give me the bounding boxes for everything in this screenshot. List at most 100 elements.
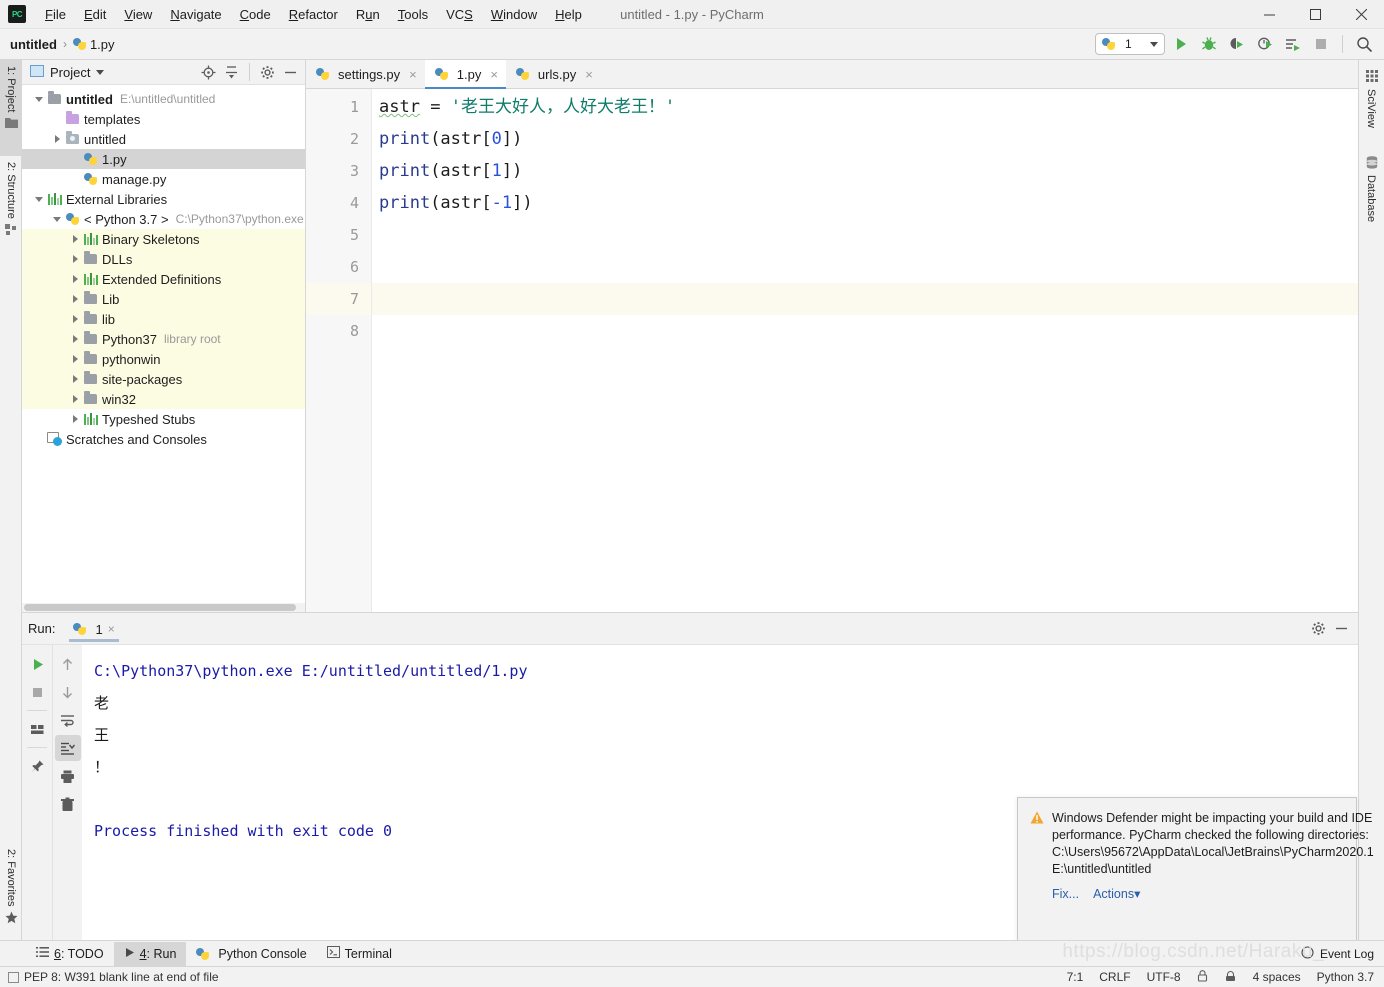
- clear-all-button[interactable]: [55, 791, 81, 817]
- code-line[interactable]: print(astr[-1]): [372, 187, 1358, 219]
- editor-tab-settings-py[interactable]: settings.py ×: [306, 60, 425, 88]
- close-icon[interactable]: ×: [585, 67, 593, 82]
- tree-node[interactable]: site-packages: [22, 369, 305, 389]
- chevron-right-icon[interactable]: [68, 235, 82, 243]
- collapse-all-icon[interactable]: [221, 62, 242, 83]
- event-log-button[interactable]: Event Log: [1301, 945, 1384, 962]
- chevron-right-icon[interactable]: [50, 135, 64, 143]
- chevron-right-icon[interactable]: [68, 395, 82, 403]
- bottom-tab-run[interactable]: 4: Run: [113, 941, 187, 966]
- stop-button[interactable]: [1309, 32, 1333, 56]
- sidebar-item-database[interactable]: Database: [1358, 150, 1384, 228]
- minimize-button[interactable]: [1246, 0, 1292, 29]
- chevron-right-icon[interactable]: [68, 275, 82, 283]
- breadcrumb-project[interactable]: untitled: [10, 37, 57, 52]
- python-interpreter[interactable]: Python 3.7: [1317, 970, 1374, 984]
- menu-file[interactable]: File: [36, 3, 75, 26]
- tree-node[interactable]: lib: [22, 309, 305, 329]
- caret-position[interactable]: 7:1: [1067, 970, 1084, 984]
- code-editor[interactable]: 12345678 astr = '老王大好人，人好大老王！' print(astr…: [306, 89, 1358, 612]
- tree-node[interactable]: Binary Skeletons: [22, 229, 305, 249]
- bottom-tab-todo[interactable]: 6: TODO: [26, 942, 114, 966]
- run-button[interactable]: [1169, 32, 1193, 56]
- tree-node[interactable]: Typeshed Stubs: [22, 409, 305, 429]
- hide-panel-icon[interactable]: [280, 62, 301, 83]
- inspection-checkbox-icon[interactable]: [8, 971, 19, 983]
- notification-balloon[interactable]: Windows Defender might be impacting your…: [1017, 797, 1374, 941]
- tree-node[interactable]: Lib: [22, 289, 305, 309]
- menu-code[interactable]: Code: [231, 3, 280, 26]
- tree-node[interactable]: untitled E:\untitled\untitled: [22, 89, 305, 109]
- tree-node[interactable]: 1.py: [22, 149, 305, 169]
- editor-tab-urls-py[interactable]: urls.py ×: [505, 60, 601, 88]
- scrollbar-thumb[interactable]: [24, 604, 296, 611]
- code-line[interactable]: [372, 251, 1358, 283]
- project-panel-hscrollbar[interactable]: [22, 603, 305, 612]
- hide-panel-icon[interactable]: [1331, 618, 1352, 639]
- soft-wrap-button[interactable]: [55, 707, 81, 733]
- run-tab-1[interactable]: 1 ×: [65, 616, 122, 642]
- tree-node[interactable]: manage.py: [22, 169, 305, 189]
- tree-node[interactable]: < Python 3.7 > C:\Python37\python.exe: [22, 209, 305, 229]
- tree-node[interactable]: Extended Definitions: [22, 269, 305, 289]
- chevron-down-icon[interactable]: [96, 69, 105, 75]
- breadcrumb-file[interactable]: 1.py: [90, 37, 115, 52]
- menu-navigate[interactable]: Navigate: [161, 3, 230, 26]
- tree-node[interactable]: pythonwin: [22, 349, 305, 369]
- code-line[interactable]: astr = '老王大好人，人好大老王！': [372, 91, 1358, 123]
- close-icon[interactable]: ×: [490, 67, 498, 82]
- pin-tab-button[interactable]: [24, 753, 50, 779]
- line-separator[interactable]: CRLF: [1099, 970, 1130, 984]
- scroll-to-end-button[interactable]: [54, 735, 81, 761]
- run-with-console-button[interactable]: [1281, 32, 1305, 56]
- debug-button[interactable]: [1197, 32, 1221, 56]
- code-line[interactable]: [372, 283, 1358, 315]
- locate-file-icon[interactable]: [198, 62, 219, 83]
- up-arrow-button[interactable]: [55, 651, 81, 677]
- run-with-coverage-button[interactable]: [1225, 32, 1249, 56]
- code-line[interactable]: [372, 219, 1358, 251]
- print-button[interactable]: [55, 763, 81, 789]
- profile-button[interactable]: [1253, 32, 1277, 56]
- chevron-down-icon[interactable]: [50, 216, 64, 222]
- tree-node[interactable]: Scratches and Consoles: [22, 429, 305, 449]
- code-line[interactable]: [372, 315, 1358, 347]
- tree-node[interactable]: DLLs: [22, 249, 305, 269]
- chevron-right-icon[interactable]: [68, 415, 82, 423]
- stop-button[interactable]: [24, 679, 50, 705]
- code-content[interactable]: astr = '老王大好人，人好大老王！' print(astr[0]) print…: [372, 89, 1358, 612]
- code-line[interactable]: print(astr[1]): [372, 155, 1358, 187]
- settings-gear-icon[interactable]: [1308, 618, 1329, 639]
- tree-node[interactable]: templates: [22, 109, 305, 129]
- file-encoding[interactable]: UTF-8: [1147, 970, 1181, 984]
- sidebar-item-favorites[interactable]: 2: Favorites: [0, 843, 22, 947]
- rerun-button[interactable]: [24, 651, 50, 677]
- run-configuration-selector[interactable]: 1: [1095, 33, 1165, 55]
- bottom-tab-terminal[interactable]: Terminal: [317, 942, 402, 966]
- editor-tab-1-py[interactable]: 1.py ×: [424, 60, 507, 89]
- tree-node[interactable]: untitled: [22, 129, 305, 149]
- menu-vcs[interactable]: VCS: [437, 3, 482, 26]
- maximize-button[interactable]: [1292, 0, 1338, 29]
- chevron-down-icon[interactable]: [32, 196, 46, 202]
- branch-icon[interactable]: [1224, 970, 1237, 985]
- close-button[interactable]: [1338, 0, 1384, 29]
- menu-refactor[interactable]: Refactor: [280, 3, 347, 26]
- menu-help[interactable]: Help: [546, 3, 591, 26]
- indent-setting[interactable]: 4 spaces: [1253, 970, 1301, 984]
- chevron-right-icon[interactable]: [68, 315, 82, 323]
- tree-node[interactable]: win32: [22, 389, 305, 409]
- chevron-right-icon[interactable]: [68, 255, 82, 263]
- tree-node[interactable]: Python37 library root: [22, 329, 305, 349]
- close-icon[interactable]: ×: [108, 622, 115, 636]
- menu-tools[interactable]: Tools: [389, 3, 437, 26]
- chevron-right-icon[interactable]: [68, 335, 82, 343]
- menu-edit[interactable]: Edit: [75, 3, 115, 26]
- sidebar-item-project[interactable]: 1: Project: [0, 60, 22, 156]
- project-tree[interactable]: untitled E:\untitled\untitled templates unt…: [22, 85, 305, 612]
- notification-actions-link[interactable]: Actions▾: [1093, 886, 1140, 903]
- sidebar-item-sciview[interactable]: SciView: [1358, 64, 1384, 134]
- chevron-right-icon[interactable]: [68, 355, 82, 363]
- down-arrow-button[interactable]: [55, 679, 81, 705]
- menu-run[interactable]: Run: [347, 3, 389, 26]
